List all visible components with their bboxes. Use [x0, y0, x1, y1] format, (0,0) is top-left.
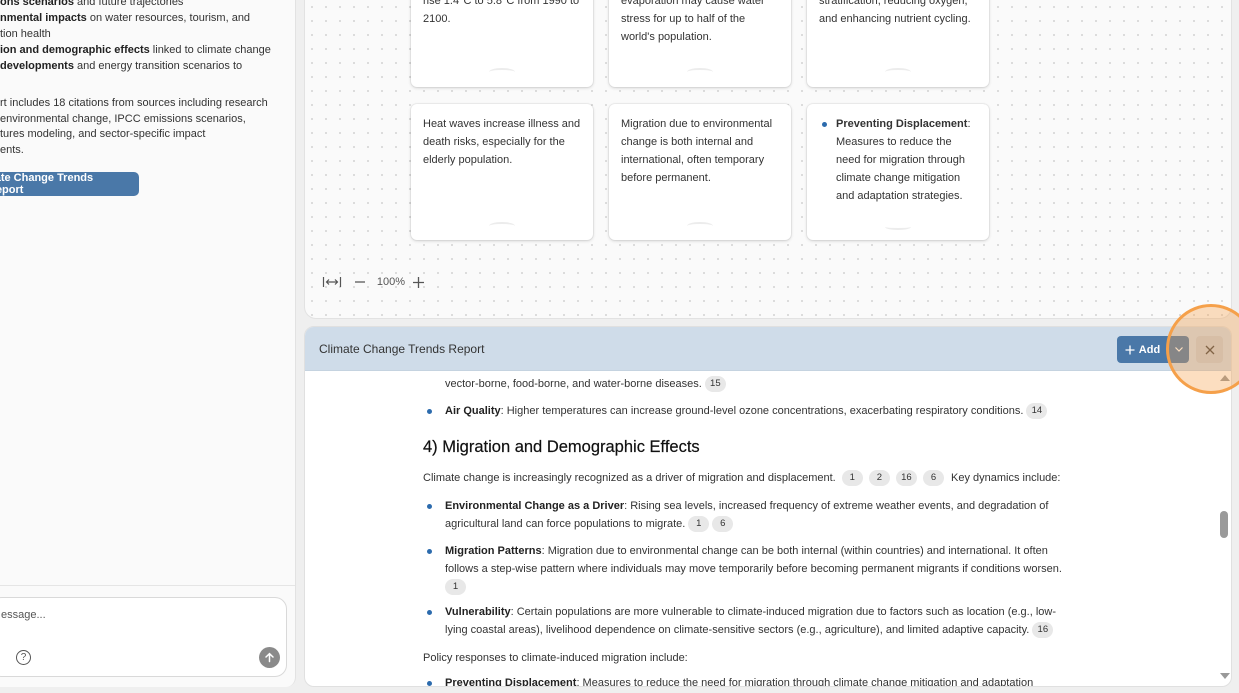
chat-line: nmental impacts on water resources, tour… — [0, 12, 251, 24]
chevron-down-icon — [1175, 347, 1183, 352]
citation-badge[interactable]: 2 — [868, 470, 890, 487]
chat-line: tion health — [0, 28, 51, 40]
citation-badge[interactable]: 14 — [1026, 403, 1048, 420]
chat-panel: ons scenarios and future trajectories nm… — [0, 0, 296, 687]
bullet-item: Air Quality: Higher temperatures can inc… — [427, 402, 1048, 420]
plus-icon — [1125, 345, 1135, 354]
citation-badge[interactable]: 1 — [688, 516, 710, 533]
fit-view-icon[interactable] — [321, 275, 343, 289]
section-intro: Climate change is increasingly recognize… — [423, 469, 1060, 487]
report-panel: Climate Change Trends Report Add vector-… — [304, 326, 1232, 687]
close-icon — [1205, 345, 1214, 354]
node-text: evaporation may cause water stress for u… — [621, 0, 765, 43]
bullet-dot — [427, 409, 432, 414]
add-button[interactable]: Add — [1117, 336, 1168, 363]
bullet-item: Preventing Displacement: Measures to red… — [427, 674, 1033, 686]
citation-badge[interactable]: 15 — [704, 376, 726, 393]
chat-line: ons scenarios and future trajectories — [0, 0, 184, 8]
chat-line: ion and demographic effects linked to cl… — [0, 44, 271, 56]
node-handle[interactable] — [885, 224, 911, 230]
report-content[interactable]: vector-borne, food-borne, and water-born… — [305, 371, 1215, 686]
add-dropdown-button[interactable] — [1168, 336, 1189, 363]
node-handle[interactable] — [489, 68, 515, 76]
mindmap-node[interactable]: evaporation may cause water stress for u… — [609, 0, 791, 87]
zoom-out-icon[interactable] — [349, 276, 371, 288]
policy-intro: Policy responses to climate-induced migr… — [423, 652, 688, 664]
node-bullet: Preventing Displacement: Measures to red… — [819, 115, 977, 205]
paragraph-line: environmental change, IPCC emissions sce… — [0, 112, 246, 125]
zoom-level: 100% — [376, 276, 406, 288]
scrollbar[interactable] — [1217, 371, 1231, 686]
citation-badge[interactable]: 16 — [1032, 622, 1054, 639]
node-handle[interactable] — [885, 68, 911, 76]
node-handle[interactable] — [687, 222, 713, 230]
citation-badge[interactable]: 1 — [841, 470, 863, 487]
close-button[interactable] — [1196, 336, 1223, 363]
chat-paragraph: rt includes 18 citations from sources in… — [0, 96, 268, 158]
bullet-item: Vulnerability: Certain populations are m… — [427, 603, 1056, 639]
paragraph-line: rt includes 18 citations from sources in… — [0, 97, 268, 109]
mindmap-node[interactable]: Migration due to environmental change is… — [609, 104, 791, 240]
node-text: Heat waves increase illness and death ri… — [423, 118, 581, 166]
message-input[interactable]: essage... — [1, 609, 46, 621]
canvas-panel[interactable]: rise 1.4°C to 5.8°C from 1990 to 2100. e… — [304, 0, 1232, 319]
report-header: Climate Change Trends Report Add — [305, 327, 1231, 371]
node-text: Migration due to environmental change is… — [621, 118, 773, 184]
chat-line: developments and energy transition scena… — [0, 60, 243, 72]
chat-message-list: ons scenarios and future trajectories nm… — [0, 0, 295, 74]
paragraph-line: ents. — [0, 143, 24, 156]
scroll-up-icon[interactable] — [1220, 375, 1230, 381]
bullet-dot — [427, 504, 432, 509]
section-heading: 4) Migration and Demographic Effects — [423, 438, 700, 456]
help-icon[interactable]: ? — [16, 650, 31, 665]
open-report-button[interactable]: nate Change Trends Report — [0, 172, 139, 196]
mindmap-node[interactable]: Heat waves increase illness and death ri… — [411, 104, 593, 240]
bullet-dot — [427, 610, 432, 615]
zoom-controls: 100% — [321, 272, 429, 292]
arrow-up-icon — [265, 652, 274, 663]
zoom-in-icon[interactable] — [407, 276, 429, 289]
bullet-dot — [427, 681, 432, 686]
divider — [0, 585, 295, 586]
node-handle[interactable] — [489, 222, 515, 230]
citation-badge[interactable]: 16 — [895, 470, 917, 487]
node-text: stratification, reducing oxygen, and enh… — [819, 0, 971, 25]
message-composer[interactable]: essage... ? — [0, 597, 287, 677]
scroll-down-icon[interactable] — [1220, 673, 1230, 679]
node-bullet-list: Preventing Displacement: Measures to red… — [819, 115, 977, 205]
bullet-item: vector-borne, food-borne, and water-born… — [445, 375, 726, 393]
bullet-dot — [427, 549, 432, 554]
mindmap-node[interactable]: rise 1.4°C to 5.8°C from 1990 to 2100. — [411, 0, 593, 87]
mindmap-node[interactable]: Preventing Displacement: Measures to red… — [807, 104, 989, 240]
citation-badge[interactable]: 6 — [712, 516, 734, 533]
report-title: Climate Change Trends Report — [319, 342, 485, 356]
scroll-thumb[interactable] — [1220, 511, 1228, 538]
paragraph-line: tures modeling, and sector-specific impa… — [0, 128, 206, 140]
node-handle[interactable] — [687, 68, 713, 76]
node-text: rise 1.4°C to 5.8°C from 1990 to 2100. — [423, 0, 580, 25]
citation-badge[interactable]: 1 — [445, 579, 466, 596]
add-label: Add — [1138, 343, 1161, 356]
send-button[interactable] — [259, 647, 280, 668]
bullet-item: Environmental Change as a Driver: Rising… — [427, 497, 1048, 533]
mindmap-node[interactable]: stratification, reducing oxygen, and enh… — [807, 0, 989, 87]
citation-badge[interactable]: 6 — [922, 470, 944, 487]
bullet-item: Migration Patterns: Migration due to env… — [427, 542, 1062, 596]
